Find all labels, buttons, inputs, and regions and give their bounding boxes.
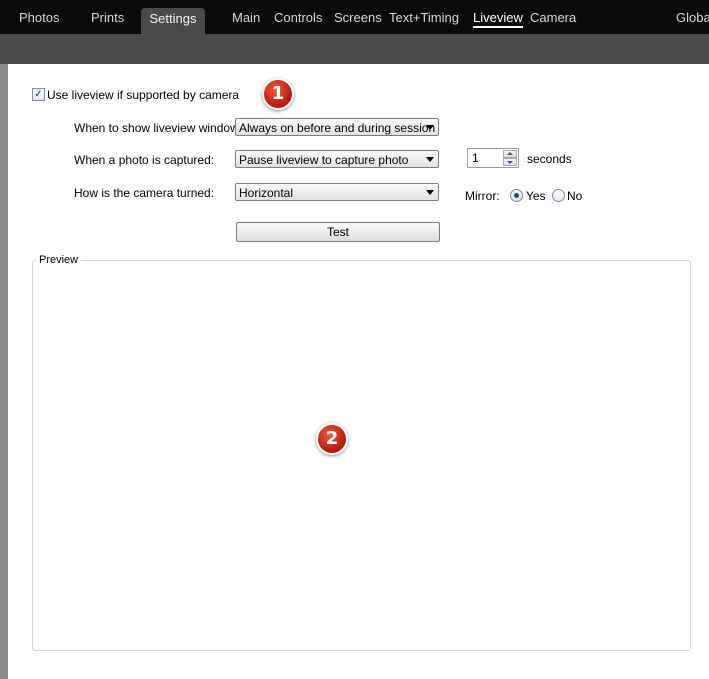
preview-label: Preview (36, 254, 82, 266)
mirror-no-label: No (567, 189, 583, 203)
subtab-liveview[interactable]: Liveview (473, 0, 523, 34)
subtab-screens[interactable]: Screens (334, 0, 382, 34)
seconds-label: seconds (527, 152, 572, 166)
photo-captured-label: When a photo is captured: (74, 153, 215, 167)
seconds-value: 1 (472, 151, 479, 165)
subtab-text-timing[interactable]: Text+Timing (389, 0, 459, 34)
tab-prints[interactable]: Prints (91, 0, 124, 34)
camera-turned-value: Horizontal (239, 186, 294, 200)
when-show-dropdown[interactable]: Always on before and during session (235, 118, 439, 136)
spinner-up-icon[interactable] (503, 150, 517, 158)
seconds-spinner[interactable]: 1 (467, 148, 519, 168)
liveview-settings-panel: ✓ Use liveview if supported by camera 1 … (8, 64, 709, 679)
callout-badge-2: 2 (316, 423, 348, 455)
active-underline (473, 26, 523, 28)
settings-subbar (0, 34, 709, 64)
camera-turned-dropdown[interactable]: Horizontal (235, 183, 439, 201)
chevron-down-icon (426, 190, 434, 195)
tab-settings[interactable]: Settings (141, 8, 205, 34)
when-show-label: When to show liveview window: (74, 121, 243, 135)
preview-area (32, 260, 691, 651)
tab-photos[interactable]: Photos (19, 0, 59, 34)
chevron-down-icon (426, 157, 434, 162)
photo-captured-value: Pause liveview to capture photo (239, 153, 409, 167)
mirror-yes-label: Yes (526, 189, 546, 203)
use-liveview-label: Use liveview if supported by camera (47, 88, 240, 102)
subtab-camera[interactable]: Camera (530, 0, 576, 34)
when-show-value: Always on before and during session (239, 121, 436, 135)
mirror-yes-radio[interactable] (510, 189, 523, 202)
use-liveview-checkbox[interactable]: ✓ (32, 88, 45, 101)
spinner-down-icon[interactable] (503, 158, 517, 166)
callout-badge-1: 1 (262, 78, 294, 110)
mirror-no-radio[interactable] (552, 189, 565, 202)
mirror-label: Mirror: (465, 189, 500, 203)
photo-captured-dropdown[interactable]: Pause liveview to capture photo (235, 150, 439, 168)
spinner-buttons (503, 150, 517, 166)
chevron-down-icon (426, 125, 434, 130)
subtab-liveview-label: Liveview (473, 10, 523, 25)
test-button[interactable]: Test (236, 222, 440, 242)
subtab-main[interactable]: Main (232, 0, 260, 34)
top-navigation-bar: Photos Prints Settings Main Controls Scr… (0, 0, 709, 34)
subtab-global[interactable]: Global (676, 0, 709, 34)
subtab-controls[interactable]: Controls (274, 0, 322, 34)
camera-turned-label: How is the camera turned: (74, 186, 215, 200)
